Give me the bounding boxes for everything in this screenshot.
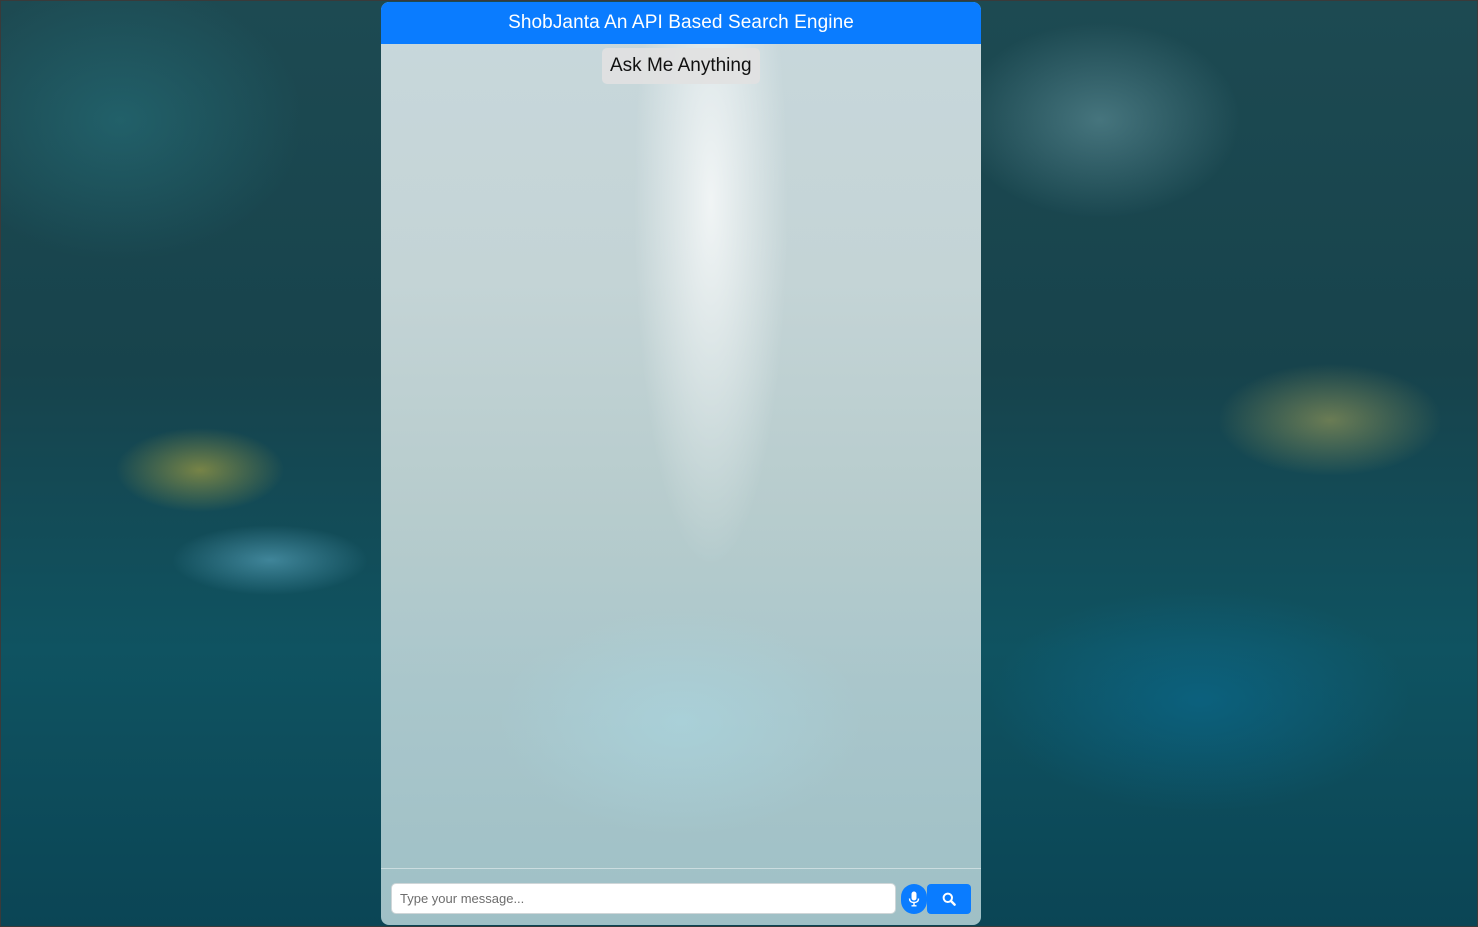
search-icon	[942, 892, 956, 906]
chat-body[interactable]: Ask Me Anything	[381, 44, 981, 868]
chat-footer	[381, 868, 981, 925]
chat-header: ShobJanta An API Based Search Engine	[381, 2, 981, 44]
chat-container: ShobJanta An API Based Search Engine Ask…	[381, 2, 981, 925]
page-title: ShobJanta An API Based Search Engine	[508, 12, 854, 33]
voice-input-button[interactable]	[901, 884, 927, 914]
bot-message: Ask Me Anything	[602, 48, 760, 84]
message-input[interactable]	[391, 883, 896, 914]
microphone-icon	[908, 891, 920, 907]
bot-message-text: Ask Me Anything	[610, 55, 752, 76]
search-button[interactable]	[927, 884, 971, 914]
